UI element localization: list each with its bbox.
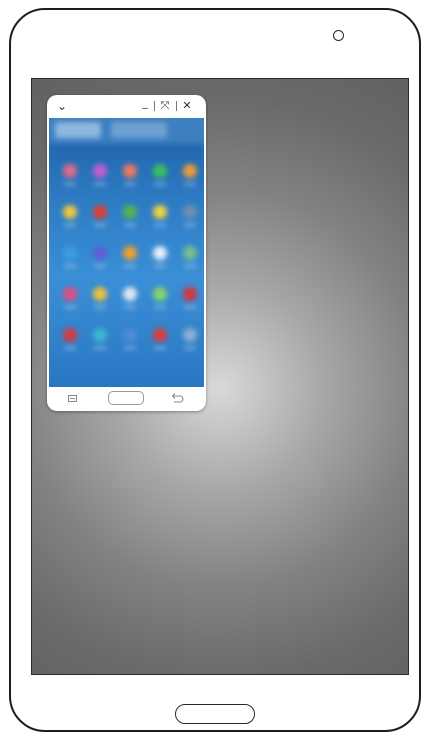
app-label: [64, 183, 76, 185]
app-icon[interactable]: [63, 287, 77, 301]
popup-titlebar[interactable]: ⌄ _ ⤧ ✕: [47, 95, 206, 118]
popup-navbar: [47, 387, 206, 411]
app-icon[interactable]: [183, 328, 197, 342]
popup-window[interactable]: ⌄ _ ⤧ ✕: [47, 95, 206, 411]
app-label: [94, 224, 106, 226]
popup-app-content[interactable]: [49, 118, 204, 387]
app-label: [94, 183, 106, 185]
app-label: [64, 265, 76, 267]
app-label: [184, 306, 196, 308]
front-camera-icon: [333, 30, 344, 41]
illustration-stage: ⌄ _ ⤧ ✕: [0, 0, 430, 740]
app-icon[interactable]: [63, 246, 77, 260]
app-label: [94, 265, 106, 267]
app-icon[interactable]: [123, 287, 137, 301]
titlebar-separator: [176, 101, 177, 111]
app-label: [184, 265, 196, 267]
app-label: [124, 183, 136, 185]
app-label: [124, 347, 136, 349]
app-label: [154, 306, 166, 308]
app-icon[interactable]: [123, 328, 137, 342]
app-icon[interactable]: [153, 205, 167, 219]
app-icon[interactable]: [123, 246, 137, 260]
app-icon[interactable]: [93, 205, 107, 219]
blurred-app-grid: [49, 118, 204, 387]
app-icon[interactable]: [93, 328, 107, 342]
app-icon[interactable]: [153, 287, 167, 301]
app-icon[interactable]: [183, 287, 197, 301]
app-label: [154, 265, 166, 267]
titlebar-separator: [154, 101, 155, 111]
chevron-down-icon[interactable]: ⌄: [55, 98, 69, 114]
home-key-icon[interactable]: [175, 704, 255, 724]
app-label: [124, 265, 136, 267]
home-button-icon[interactable]: [108, 391, 144, 405]
app-label: [64, 224, 76, 226]
app-label: [184, 347, 196, 349]
app-label: [94, 347, 106, 349]
app-icon[interactable]: [63, 328, 77, 342]
recent-apps-icon[interactable]: [68, 395, 77, 402]
app-icon[interactable]: [63, 205, 77, 219]
app-icon[interactable]: [123, 205, 137, 219]
app-label: [154, 224, 166, 226]
app-label: [154, 183, 166, 185]
app-icon[interactable]: [183, 246, 197, 260]
app-label: [64, 347, 76, 349]
app-label: [124, 224, 136, 226]
app-icon[interactable]: [153, 164, 167, 178]
tablet-screen: ⌄ _ ⤧ ✕: [31, 78, 409, 675]
app-label: [184, 224, 196, 226]
app-icon[interactable]: [93, 287, 107, 301]
blurred-tab: [55, 122, 101, 138]
app-label: [154, 347, 166, 349]
minimize-icon[interactable]: _: [139, 95, 151, 111]
back-icon[interactable]: [170, 390, 184, 406]
blurred-status-strip: [49, 118, 204, 144]
app-label: [184, 183, 196, 185]
app-icon[interactable]: [153, 246, 167, 260]
app-icon[interactable]: [153, 328, 167, 342]
app-label: [94, 306, 106, 308]
app-label: [124, 306, 136, 308]
app-label: [64, 306, 76, 308]
app-icon[interactable]: [123, 164, 137, 178]
expand-icon[interactable]: ⤧: [158, 98, 172, 114]
blurred-tab: [111, 122, 167, 138]
close-icon[interactable]: ✕: [180, 98, 194, 114]
app-icon[interactable]: [93, 164, 107, 178]
app-icon[interactable]: [183, 205, 197, 219]
app-icon[interactable]: [183, 164, 197, 178]
app-icon[interactable]: [63, 164, 77, 178]
app-icon[interactable]: [93, 246, 107, 260]
